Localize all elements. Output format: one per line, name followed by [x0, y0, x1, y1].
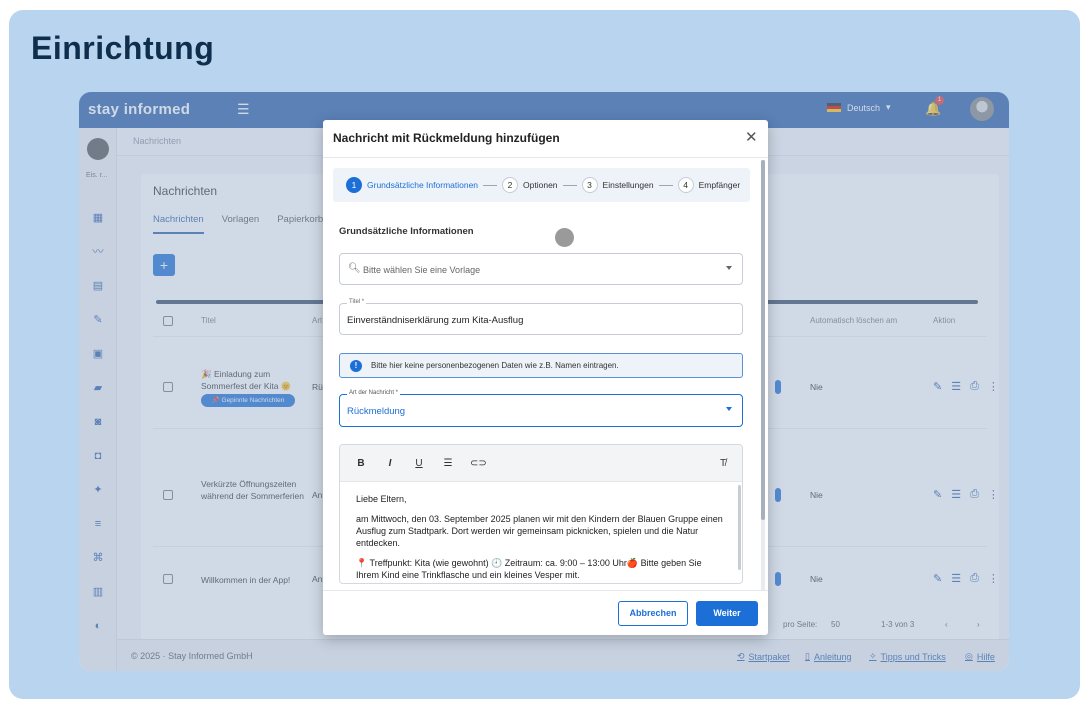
chevron-down-icon: [726, 407, 732, 411]
step-recipients[interactable]: 4 Empfänger: [677, 177, 741, 193]
step-label: Grundsätzliche Informationen: [367, 180, 479, 190]
template-select[interactable]: 🔍︎ Bitte wählen Sie eine Vorlage: [339, 253, 743, 285]
editor-paragraph: 📍 Treffpunkt: Kita (wie gewohnt) 🕘 Zeitr…: [356, 558, 702, 580]
cancel-button[interactable]: Abbrechen: [618, 601, 688, 626]
message-type-select[interactable]: Art der Nachricht * Rückmeldung: [339, 390, 743, 427]
dialog-footer: Abbrechen Weiter: [323, 590, 768, 635]
section-title: Grundsätzliche Informationen: [339, 226, 474, 237]
chevron-down-icon: [726, 266, 732, 270]
step-basic-info[interactable]: 1 Grundsätzliche Informationen: [346, 177, 478, 193]
bullet-list-icon[interactable]: ☰: [441, 458, 455, 469]
cursor-indicator: [555, 228, 574, 247]
info-text: Bitte hier keine personenbezogenen Daten…: [371, 361, 619, 370]
title-field-label: Titel *: [347, 299, 367, 305]
close-icon[interactable]: ✕: [745, 130, 758, 145]
page-heading: Einrichtung: [31, 30, 215, 66]
bold-icon[interactable]: B: [354, 458, 368, 469]
next-button[interactable]: Weiter: [696, 601, 758, 626]
step-connector: [483, 184, 498, 186]
step-label: Empfänger: [698, 180, 741, 190]
editor-paragraph: am Mittwoch, den 03. September 2025 plan…: [356, 514, 723, 548]
step-number: 4: [677, 177, 694, 193]
editor-content[interactable]: Liebe Eltern, am Mittwoch, den 03. Septe…: [356, 493, 726, 583]
step-number: 3: [581, 177, 598, 193]
step-connector: [658, 184, 673, 186]
dialog-scrollbar-thumb[interactable]: [761, 160, 765, 520]
dialog-header: Nachricht mit Rückmeldung hinzufügen ✕: [323, 120, 768, 158]
italic-icon[interactable]: I: [383, 458, 397, 469]
message-type-value: Rückmeldung: [347, 406, 406, 417]
title-field[interactable]: Titel * Einverständniserklärung zum Kita…: [339, 299, 743, 335]
step-number: 1: [346, 177, 362, 193]
editor-paragraph: Liebe Eltern,: [356, 494, 407, 504]
info-icon: !: [350, 360, 362, 372]
step-settings[interactable]: 3 Einstellungen: [581, 177, 654, 193]
message-type-label: Art der Nachricht *: [347, 390, 401, 396]
editor-scrollbar[interactable]: [738, 485, 741, 570]
template-placeholder: Bitte wählen Sie eine Vorlage: [363, 265, 481, 275]
dialog-body: 1 Grundsätzliche Informationen 2 Optione…: [323, 158, 760, 590]
title-field-value: Einverständniserklärung zum Kita-Ausflug: [347, 315, 524, 326]
link-icon[interactable]: ⊂⊃: [470, 458, 487, 469]
step-label: Optionen: [523, 180, 558, 190]
rich-text-editor: B I U ☰ ⊂⊃ T̸ Liebe Eltern, am Mittwoch,…: [339, 444, 743, 584]
clear-format-icon[interactable]: T̸: [716, 458, 730, 469]
dialog-title: Nachricht mit Rückmeldung hinzufügen: [333, 131, 560, 145]
step-connector: [562, 184, 577, 186]
underline-icon[interactable]: U: [412, 458, 426, 469]
dialog-scrollbar[interactable]: [761, 160, 765, 590]
step-number: 2: [502, 177, 519, 193]
editor-toolbar: B I U ☰ ⊂⊃ T̸: [340, 445, 742, 482]
privacy-info-alert: ! Bitte hier keine personenbezogenen Dat…: [339, 353, 743, 378]
stepper: 1 Grundsätzliche Informationen 2 Optione…: [333, 168, 750, 202]
search-icon: 🔍︎: [348, 263, 361, 274]
step-options[interactable]: 2 Optionen: [502, 177, 558, 193]
step-label: Einstellungen: [602, 180, 654, 190]
add-message-dialog: Nachricht mit Rückmeldung hinzufügen ✕ 1…: [323, 120, 768, 635]
